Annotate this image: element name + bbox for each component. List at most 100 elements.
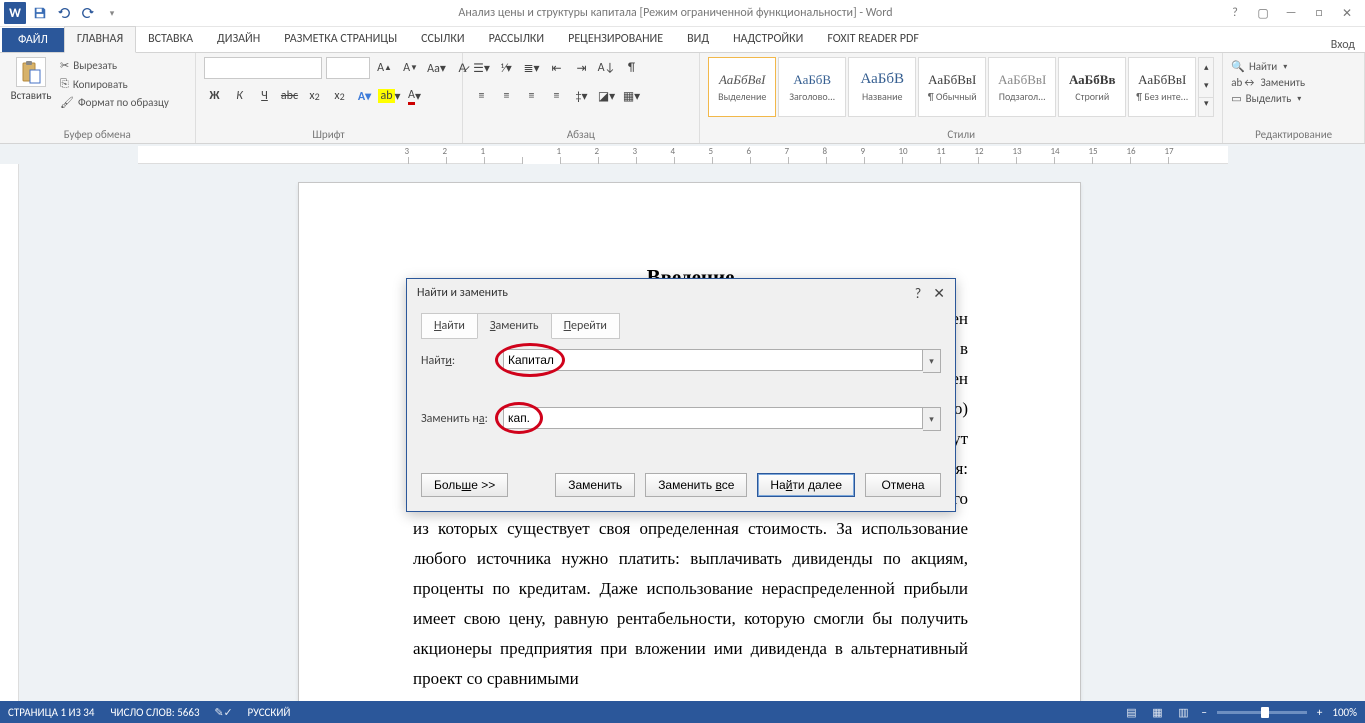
increase-indent-icon[interactable]: ⇥ — [571, 57, 593, 79]
select-button[interactable]: ▭Выделить▾ — [1231, 92, 1356, 105]
sort-icon[interactable]: A↓ — [596, 57, 618, 79]
italic-button[interactable]: К — [229, 85, 251, 107]
undo-icon[interactable] — [54, 3, 74, 23]
group-label-paragraph: Абзац — [471, 128, 692, 141]
borders-icon[interactable]: ▦▾ — [621, 85, 643, 107]
tab-file[interactable]: ФАЙЛ — [2, 28, 64, 52]
align-center-icon[interactable]: ≡ — [496, 85, 518, 107]
tab-mailings[interactable]: РАССЫЛКИ — [477, 27, 557, 52]
zoom-slider[interactable] — [1217, 711, 1307, 714]
tab-references[interactable]: ССЫЛКИ — [409, 27, 476, 52]
style-gallery[interactable]: АаБбВвІВыделение АаБбВЗаголово... АаБбВН… — [708, 57, 1214, 117]
copy-button[interactable]: ⎘Копировать — [60, 77, 169, 91]
print-layout-icon[interactable]: ▦ — [1149, 704, 1165, 720]
find-icon: 🔍 — [1231, 60, 1245, 73]
tab-addins[interactable]: НАДСТРОЙКИ — [721, 27, 815, 52]
shrink-font-icon[interactable]: A▼ — [400, 57, 422, 79]
find-input[interactable] — [503, 349, 923, 371]
justify-icon[interactable]: ≡ — [546, 85, 568, 107]
vertical-ruler[interactable] — [0, 164, 19, 707]
tab-review[interactable]: РЕЦЕНЗИРОВАНИЕ — [556, 27, 675, 52]
tab-view[interactable]: ВИД — [675, 27, 721, 52]
quick-access-toolbar: W ▾ — [0, 2, 126, 24]
underline-button[interactable]: Ч — [254, 85, 276, 107]
line-spacing-icon[interactable]: ‡▾ — [571, 85, 593, 107]
cut-button[interactable]: ✂Вырезать — [60, 59, 169, 72]
zoom-out-icon[interactable]: − — [1201, 706, 1206, 719]
shading-icon[interactable]: ◪▾ — [596, 85, 618, 107]
replace-input[interactable] — [503, 407, 923, 429]
replace-history-dropdown-icon[interactable]: ▾ — [923, 407, 941, 431]
show-marks-icon[interactable]: ¶ — [621, 57, 643, 79]
change-case-icon[interactable]: Aa▾ — [426, 57, 448, 79]
replace-all-button[interactable]: Заменить все — [645, 473, 747, 497]
web-layout-icon[interactable]: ▥ — [1175, 704, 1191, 720]
subscript-button[interactable]: x2 — [304, 85, 326, 107]
style-item[interactable]: АаБбВвСтрогий — [1058, 57, 1126, 117]
save-icon[interactable] — [30, 3, 50, 23]
replace-one-button[interactable]: Заменить — [555, 473, 635, 497]
paste-button[interactable]: Вставить — [8, 57, 54, 102]
format-painter-button[interactable]: 🖌Формат по образцу — [60, 96, 169, 109]
zoom-in-icon[interactable]: + — [1317, 706, 1322, 719]
status-page[interactable]: СТРАНИЦА 1 ИЗ 34 — [8, 706, 94, 719]
horizontal-ruler[interactable]: 3211234567891011121314151617 — [138, 146, 1228, 164]
dialog-help-icon[interactable]: ? — [915, 285, 922, 302]
bold-button[interactable]: Ж — [204, 85, 226, 107]
grow-font-icon[interactable]: A▲ — [374, 57, 396, 79]
dialog-tabs: Найти Заменить Перейти — [421, 313, 941, 339]
find-history-dropdown-icon[interactable]: ▾ — [923, 349, 941, 373]
tab-page-layout[interactable]: РАЗМЕТКА СТРАНИЦЫ — [272, 27, 409, 52]
text-effects-icon[interactable]: A▾ — [354, 85, 376, 107]
ruler-area: 3211234567891011121314151617 — [0, 144, 1365, 164]
zoom-level[interactable]: 100% — [1332, 706, 1357, 719]
minimize-icon[interactable]: — — [1281, 6, 1301, 21]
dialog-tab-goto[interactable]: Перейти — [551, 313, 620, 339]
style-item[interactable]: АаБбВЗаголово... — [778, 57, 846, 117]
superscript-button[interactable]: x2 — [329, 85, 351, 107]
font-size-combo[interactable] — [326, 57, 370, 79]
cancel-button[interactable]: Отмена — [865, 473, 941, 497]
tab-home[interactable]: ГЛАВНАЯ — [64, 26, 136, 53]
dialog-close-icon[interactable]: ✕ — [933, 285, 945, 302]
style-item[interactable]: АаБбВвІПодзагол... — [988, 57, 1056, 117]
maximize-icon[interactable]: □ — [1309, 6, 1329, 21]
style-item[interactable]: АаБбВвІ¶ Без инте... — [1128, 57, 1196, 117]
sign-in-link[interactable]: Вход — [1331, 38, 1365, 52]
tab-foxit[interactable]: FOXIT READER PDF — [815, 27, 931, 52]
style-item[interactable]: АаБбВвІВыделение — [708, 57, 776, 117]
style-gallery-more-icon[interactable]: ▴▾▾ — [1198, 57, 1214, 117]
decrease-indent-icon[interactable]: ⇤ — [546, 57, 568, 79]
find-button[interactable]: 🔍Найти▾ — [1231, 60, 1356, 73]
ribbon-display-icon[interactable]: ▢ — [1253, 6, 1273, 21]
replace-button[interactable]: ab↔Заменить — [1231, 76, 1356, 89]
numbering-icon[interactable]: ⅟▾ — [496, 57, 518, 79]
multilevel-icon[interactable]: ≣▾ — [521, 57, 543, 79]
align-right-icon[interactable]: ≡ — [521, 85, 543, 107]
strike-button[interactable]: abc — [279, 85, 301, 107]
style-item[interactable]: АаБбВНазвание — [848, 57, 916, 117]
font-color-icon[interactable]: A▾ — [404, 85, 426, 107]
tab-insert[interactable]: ВСТАВКА — [136, 27, 205, 52]
bullets-icon[interactable]: ☰▾ — [471, 57, 493, 79]
dialog-title-bar[interactable]: Найти и заменить ? ✕ — [407, 279, 955, 307]
close-icon[interactable]: ✕ — [1337, 6, 1357, 21]
style-item[interactable]: АаБбВвІ¶ Обычный — [918, 57, 986, 117]
status-words[interactable]: ЧИСЛО СЛОВ: 5663 — [110, 706, 199, 719]
read-mode-icon[interactable]: ▤ — [1123, 704, 1139, 720]
spellcheck-icon[interactable]: ✎✓ — [216, 704, 232, 720]
dialog-tab-replace[interactable]: Заменить — [477, 313, 552, 339]
tab-design[interactable]: ДИЗАЙН — [205, 27, 272, 52]
replace-icon: ab↔ — [1231, 76, 1256, 89]
status-language[interactable]: РУССКИЙ — [248, 706, 291, 719]
dialog-tab-find[interactable]: Найти — [421, 313, 478, 339]
redo-icon[interactable] — [78, 3, 98, 23]
window-controls: ? ▢ — □ ✕ — [1225, 6, 1365, 21]
more-button[interactable]: Больше >> — [421, 473, 508, 497]
qat-customize-icon[interactable]: ▾ — [102, 3, 122, 23]
find-next-button[interactable]: Найти далее — [757, 473, 855, 497]
highlight-icon[interactable]: ab▾ — [379, 85, 401, 107]
help-icon[interactable]: ? — [1225, 6, 1245, 21]
font-name-combo[interactable] — [204, 57, 322, 79]
align-left-icon[interactable]: ≡ — [471, 85, 493, 107]
